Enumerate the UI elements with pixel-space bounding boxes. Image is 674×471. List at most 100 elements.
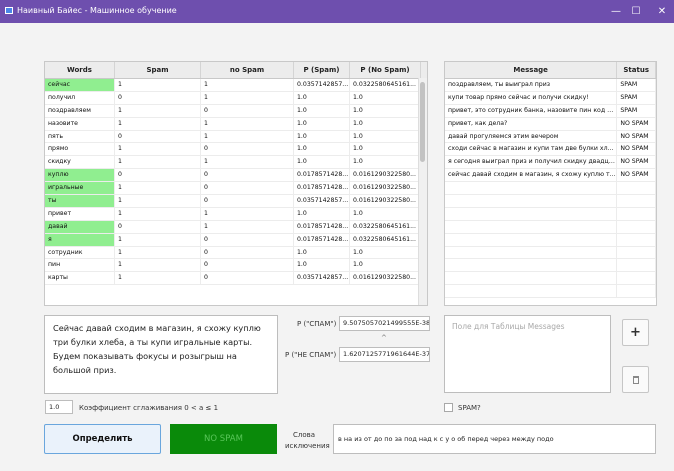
empty-row [445, 220, 656, 234]
column-header-spam[interactable]: Spam [115, 62, 201, 78]
message-cell: поздравляем, ты выиграл приз [445, 79, 618, 91]
word-cell: привет [45, 207, 115, 220]
nospam-count-cell: 1 [201, 130, 294, 143]
empty-cell [617, 233, 656, 246]
word-cell: игральные [45, 182, 115, 195]
table-row[interactable]: сейчас давай сходим в магазин, я схожу к… [445, 169, 656, 183]
table-row[interactable]: ты 1 0 0.0357142857... 0.0161290322580... [45, 195, 427, 208]
nospam-count-cell: 1 [201, 117, 294, 130]
p-nospam-cell: 1.0 [350, 207, 421, 220]
table-row[interactable]: привет, как дела? NO SPAM [445, 117, 656, 131]
nospam-count-cell: 0 [201, 143, 294, 156]
words-table-scrollbar[interactable] [418, 78, 427, 305]
table-row[interactable]: давай прогуляемся этим вечером NO SPAM [445, 130, 656, 144]
table-row[interactable]: прямо 1 0 1.0 1.0 [45, 143, 427, 157]
p-nospam-cell: 1.0 [350, 156, 421, 169]
nospam-count-cell: 0 [201, 233, 294, 246]
add-message-button[interactable]: + [622, 319, 649, 346]
title-bar: Наивный Байес - Машинное обучение — ☐ ✕ [0, 0, 674, 23]
p-spam-cell: 1.0 [294, 117, 350, 130]
table-row[interactable]: пять 0 1 1.0 1.0 [45, 130, 427, 144]
spam-count-cell: 1 [115, 117, 201, 130]
spam-checkbox-label: SPAM? [458, 404, 481, 412]
status-cell: NO SPAM [617, 143, 656, 156]
window-title: Наивный Байес - Машинное обучение [17, 6, 177, 15]
table-row[interactable]: поздравляем, ты выиграл приз SPAM [445, 79, 656, 92]
column-header-status[interactable]: Status [617, 62, 656, 78]
empty-cell [445, 195, 618, 207]
table-row[interactable]: сотрудник 1 0 1.0 1.0 [45, 246, 427, 260]
words-table[interactable]: Words Spam no Spam P (Spam) P (No Spam) … [44, 61, 428, 306]
table-row[interactable]: карты 1 0 0.0357142857... 0.0161290322580... [45, 272, 427, 286]
nospam-count-cell: 0 [201, 169, 294, 182]
messages-table-body: поздравляем, ты выиграл приз SPAM купи тов… [445, 79, 656, 299]
empty-cell [617, 259, 656, 272]
messages-table[interactable]: Message Status поздравляем, ты выиграл п… [444, 61, 657, 306]
table-row[interactable]: я 1 0 0.0178571428... 0.0322580645161... [45, 233, 427, 247]
smoothing-input[interactable]: 1.0 [45, 400, 73, 414]
nospam-count-cell: 1 [201, 220, 294, 233]
table-row[interactable]: назовите 1 1 1.0 1.0 [45, 117, 427, 131]
maximize-button[interactable]: ☐ [626, 5, 646, 18]
table-row[interactable]: сходи сейчас в магазин и купи там две бу… [445, 143, 656, 157]
minimize-button[interactable]: — [606, 5, 626, 18]
message-cell: сейчас давай сходим в магазин, я схожу к… [445, 169, 618, 182]
table-row[interactable]: привет 1 1 1.0 1.0 [45, 207, 427, 221]
column-header-words[interactable]: Words [45, 62, 115, 78]
p-nospam-cell: 0.0322580645161... [350, 79, 421, 91]
scrollbar-thumb[interactable] [420, 82, 425, 162]
table-row[interactable]: скидку 1 1 1.0 1.0 [45, 156, 427, 170]
table-row[interactable]: давай 0 1 0.0178571428... 0.0322580645161... [45, 220, 427, 234]
spam-count-cell: 0 [115, 220, 201, 233]
table-row[interactable]: игральные 1 0 0.0178571428... 0.016129032258… [45, 182, 427, 196]
spam-checkbox[interactable] [444, 403, 453, 412]
message-cell: давай прогуляемся этим вечером [445, 130, 618, 143]
empty-cell [445, 182, 618, 195]
word-cell: назовите [45, 117, 115, 130]
nospam-count-cell: 0 [201, 195, 294, 207]
p-nospam-cell: 1.0 [350, 143, 421, 156]
empty-cell [617, 285, 656, 298]
messages-table-header: Message Status [445, 62, 656, 79]
message-input[interactable]: Сейчас давай сходим в магазин, я схожу к… [44, 315, 278, 394]
word-cell: я [45, 233, 115, 246]
main-content: Words Spam no Spam P (Spam) P (No Spam) … [0, 23, 674, 471]
empty-row [445, 272, 656, 286]
determine-button-label: Определить [72, 434, 133, 444]
determine-button[interactable]: Определить [44, 424, 161, 454]
p-spam-field[interactable]: 9.5075057021499555E-38 [339, 316, 430, 331]
column-header-p-spam[interactable]: P (Spam) [294, 62, 350, 78]
table-row[interactable]: привет, это сотрудник банка, назовите пи… [445, 104, 656, 118]
spam-count-cell: 1 [115, 143, 201, 156]
table-row[interactable]: купи товар прямо сейчас и получи скидку!… [445, 91, 656, 105]
close-button[interactable]: ✕ [652, 5, 672, 18]
p-spam-cell: 0.0178571428... [294, 233, 350, 246]
column-header-message[interactable]: Message [445, 62, 618, 78]
column-header-no-spam[interactable]: no Spam [201, 62, 294, 78]
empty-cell [617, 246, 656, 259]
nospam-count-cell: 1 [201, 156, 294, 169]
app-icon [5, 7, 13, 14]
spam-count-cell: 1 [115, 79, 201, 91]
p-nospam-field[interactable]: 1.6207125771961644E-37 [339, 347, 430, 362]
table-row[interactable]: куплю 0 0 0.0178571428... 0.0161290322580... [45, 169, 427, 183]
p-spam-cell: 1.0 [294, 246, 350, 259]
table-row[interactable]: получил 0 1 1.0 1.0 [45, 91, 427, 105]
table-row[interactable]: поздравляем 1 0 1.0 1.0 [45, 104, 427, 118]
column-header-p-no-spam[interactable]: P (No Spam) [350, 62, 421, 78]
empty-row [445, 195, 656, 208]
table-row[interactable]: я сегодня выиграл приз и получил скидку … [445, 156, 656, 170]
delete-message-button[interactable] [622, 366, 649, 393]
spam-count-cell: 1 [115, 272, 201, 285]
p-nospam-cell: 0.0322580645161... [350, 233, 421, 246]
table-row[interactable]: сейчас 1 1 0.0357142857... 0.0322580645161..… [45, 79, 427, 92]
p-spam-cell: 0.0178571428... [294, 169, 350, 182]
table-row[interactable]: пин 1 0 1.0 1.0 [45, 259, 427, 273]
nospam-count-cell: 0 [201, 104, 294, 117]
new-message-input[interactable]: Поле для Таблицы Messages [444, 315, 611, 393]
nospam-count-cell: 0 [201, 259, 294, 272]
spam-count-cell: 1 [115, 182, 201, 195]
stopwords-input[interactable]: в на из от до по за под над к с у о об п… [333, 424, 656, 454]
word-cell: поздравляем [45, 104, 115, 117]
p-spam-cell: 1.0 [294, 104, 350, 117]
